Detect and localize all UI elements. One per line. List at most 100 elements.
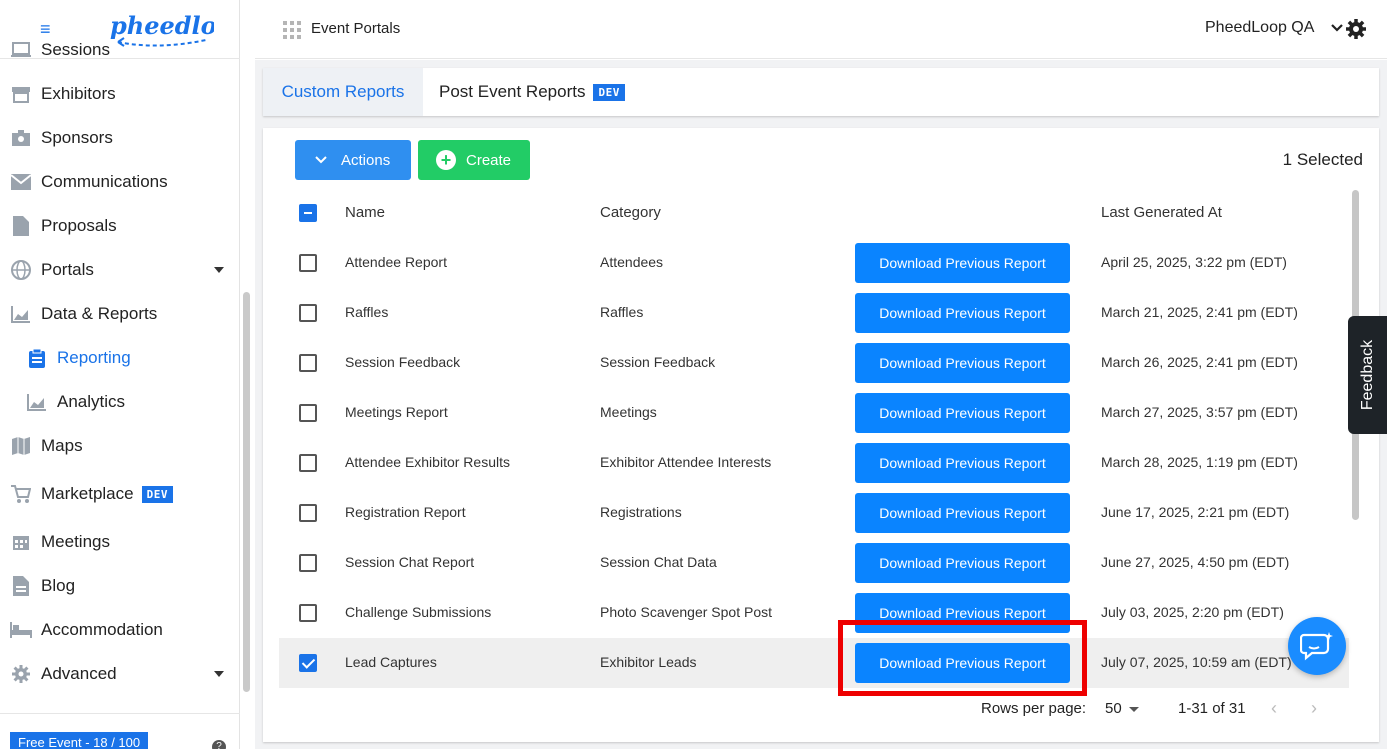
sidebar-item-maps[interactable]: Maps [0, 424, 240, 468]
sidebar-item-reporting[interactable]: Reporting [0, 336, 240, 380]
table-row[interactable]: Session Chat Report Session Chat Data Do… [279, 538, 1349, 588]
sidebar-item-advanced[interactable]: Advanced [0, 652, 240, 696]
previous-page-icon[interactable]: ‹ [1271, 698, 1277, 719]
caret-down-icon[interactable] [214, 267, 224, 273]
plan-badge[interactable]: Free Event - 18 / 100 [10, 732, 149, 749]
rows-per-page-select[interactable]: 50 [1105, 700, 1122, 717]
table-row[interactable]: Attendee Exhibitor Results Exhibitor Att… [279, 438, 1349, 488]
download-previous-report-button[interactable]: Download Previous Report [855, 293, 1070, 333]
report-name: Attendee Report [345, 254, 447, 270]
document-icon [10, 575, 32, 597]
report-name: Session Feedback [345, 354, 461, 370]
sidebar-item-sponsors[interactable]: Sponsors [0, 116, 240, 160]
tab-label: Post Event Reports [439, 82, 586, 101]
sidebar-item-accommodation[interactable]: Accommodation [0, 608, 240, 652]
sidebar-item-communications[interactable]: Communications [0, 160, 240, 204]
table-row[interactable]: Challenge Submissions Photo Scavenger Sp… [279, 588, 1349, 638]
sidebar-item-label: Maps [41, 436, 83, 455]
download-previous-report-button[interactable]: Download Previous Report [855, 393, 1070, 433]
calendar-icon [10, 531, 32, 553]
chart-icon [26, 391, 48, 413]
chevron-down-icon[interactable] [1330, 21, 1344, 35]
sidebar-item-label: Sessions [41, 40, 110, 59]
download-previous-report-button[interactable]: Download Previous Report [855, 243, 1070, 283]
sidebar-item-analytics[interactable]: Analytics [0, 380, 240, 424]
tab-post-event-reports[interactable]: Post Event Reports DEV [439, 68, 625, 116]
account-menu[interactable]: PheedLoop QA [1205, 19, 1314, 37]
column-header-last-generated[interactable]: Last Generated At [1101, 204, 1222, 221]
create-label: Create [466, 151, 512, 169]
sidebar-item-blog[interactable]: Blog [0, 564, 240, 608]
dev-badge: DEV [141, 485, 173, 503]
actions-button[interactable]: Actions [295, 140, 411, 180]
column-header-name[interactable]: Name [345, 204, 385, 221]
sidebar-item-label: Exhibitors [41, 84, 116, 103]
report-last-generated: April 25, 2025, 3:22 pm (EDT) [1101, 254, 1287, 270]
page-title[interactable]: Event Portals [311, 20, 400, 37]
topbar: Event Portals PheedLoop QA [255, 0, 1387, 59]
row-checkbox[interactable] [299, 454, 317, 472]
sidebar-item-marketplace[interactable]: Marketplace DEV [0, 468, 240, 520]
chat-support-button[interactable] [1288, 617, 1346, 675]
map-icon [10, 435, 32, 457]
download-previous-report-button[interactable]: Download Previous Report [855, 543, 1070, 583]
report-last-generated: March 26, 2025, 2:41 pm (EDT) [1101, 354, 1298, 370]
sidebar-item-label: Accommodation [41, 620, 163, 639]
sidebar-item-proposals[interactable]: Proposals [0, 204, 240, 248]
row-checkbox[interactable] [299, 354, 317, 372]
highlight-box [838, 620, 1087, 696]
row-checkbox[interactable] [299, 554, 317, 572]
gear-icon [10, 663, 32, 685]
tab-custom-reports[interactable]: Custom Reports [263, 68, 423, 116]
sidebar-item-label: Reporting [57, 348, 131, 367]
report-category: Attendees [600, 254, 664, 270]
table-header: Name Category Last Generated At [279, 188, 1349, 238]
dev-badge: DEV [593, 83, 625, 101]
monitor-icon [10, 39, 32, 61]
report-name: Raffles [345, 304, 389, 320]
caret-down-icon[interactable] [214, 671, 224, 677]
sidebar-item-meetings[interactable]: Meetings [0, 520, 240, 564]
table-row[interactable]: Raffles Raffles Download Previous Report… [279, 288, 1349, 338]
settings-gear-icon[interactable] [1345, 18, 1367, 40]
download-previous-report-button[interactable]: Download Previous Report [855, 443, 1070, 483]
row-checkbox[interactable] [299, 254, 317, 272]
row-checkbox[interactable] [299, 304, 317, 322]
sidebar-footer: Free Event - 18 / 100 ? [0, 713, 240, 749]
report-category: Exhibitor Leads [600, 654, 697, 670]
table-row[interactable]: Meetings Report Meetings Download Previo… [279, 388, 1349, 438]
sidebar-item-sessions[interactable]: Sessions [0, 28, 240, 72]
download-previous-report-button[interactable]: Download Previous Report [855, 493, 1070, 533]
sidebar-scrollbar[interactable] [243, 292, 250, 692]
actions-label: Actions [341, 151, 391, 169]
sidebar-item-exhibitors[interactable]: Exhibitors [0, 72, 240, 116]
table-row[interactable]: Registration Report Registrations Downlo… [279, 488, 1349, 538]
table-row[interactable]: Attendee Report Attendees Download Previ… [279, 238, 1349, 288]
sidebar-item-label: Meetings [41, 532, 110, 551]
sidebar-item-data-reports[interactable]: Data & Reports [0, 292, 240, 336]
sidebar-item-portals[interactable]: Portals [0, 248, 240, 292]
sidebar-item-label: Marketplace [41, 484, 134, 503]
document-icon [10, 215, 32, 237]
caret-down-icon[interactable] [1129, 707, 1139, 712]
select-all-checkbox[interactable] [299, 204, 317, 222]
report-category: Exhibitor Attendee Interests [600, 454, 772, 470]
apps-grid-icon[interactable] [283, 21, 301, 39]
help-icon[interactable]: ? [212, 740, 226, 749]
report-name: Session Chat Report [345, 554, 475, 570]
column-header-category[interactable]: Category [600, 204, 661, 221]
download-previous-report-button[interactable]: Download Previous Report [855, 343, 1070, 383]
report-last-generated: June 27, 2025, 4:50 pm (EDT) [1101, 554, 1290, 570]
table-row[interactable]: Session Feedback Session Feedback Downlo… [279, 338, 1349, 388]
row-checkbox[interactable] [299, 654, 317, 672]
sidebar-nav: Sessions Exhibitors Sponsors Communicati… [0, 40, 240, 696]
row-checkbox[interactable] [299, 504, 317, 522]
row-checkbox[interactable] [299, 404, 317, 422]
row-checkbox[interactable] [299, 604, 317, 622]
sidebar-item-label: Communications [41, 172, 168, 191]
create-button[interactable]: + Create [418, 140, 530, 180]
feedback-tab[interactable]: Feedback [1348, 316, 1387, 434]
next-page-icon[interactable]: › [1311, 698, 1317, 719]
table-row[interactable]: Lead Captures Exhibitor Leads Download P… [279, 638, 1349, 688]
report-last-generated: March 27, 2025, 3:57 pm (EDT) [1101, 404, 1298, 420]
